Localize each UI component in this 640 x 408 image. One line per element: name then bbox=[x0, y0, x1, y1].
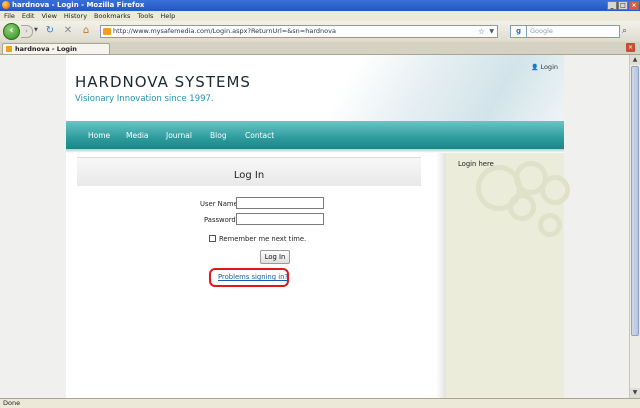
password-input[interactable] bbox=[236, 213, 324, 225]
menu-file[interactable]: File bbox=[4, 12, 15, 20]
decorative-ring bbox=[508, 193, 536, 221]
menu-view[interactable]: View bbox=[41, 12, 56, 20]
search-magnifier-icon[interactable]: ⌕ bbox=[622, 25, 635, 38]
login-title: Log In bbox=[233, 170, 265, 181]
web-page: HARDNOVA SYSTEMS Visionary Innovation si… bbox=[66, 55, 570, 398]
reload-icon[interactable]: ↻ bbox=[44, 25, 56, 37]
remember-me-label: Remember me next time. bbox=[219, 235, 307, 243]
stop-icon[interactable]: ✕ bbox=[62, 25, 74, 37]
scroll-up-icon[interactable]: ▲ bbox=[630, 55, 640, 65]
nav-home[interactable]: Home bbox=[88, 131, 110, 140]
tab-hardnova-login[interactable]: hardnova - Login bbox=[2, 43, 110, 54]
content-edge-shadow bbox=[436, 153, 446, 398]
firefox-icon bbox=[2, 1, 10, 9]
browser-viewport: HARDNOVA SYSTEMS Visionary Innovation si… bbox=[0, 55, 629, 398]
url-dropdown-icon[interactable]: ▼ bbox=[489, 26, 494, 37]
header-login-label: Login bbox=[540, 63, 558, 71]
scroll-thumb[interactable] bbox=[631, 66, 639, 336]
bookmark-star-icon[interactable]: ☆ bbox=[478, 26, 485, 37]
password-label: Password: bbox=[204, 216, 239, 224]
history-dropdown-icon[interactable]: ▼ bbox=[34, 27, 38, 33]
site-header: HARDNOVA SYSTEMS Visionary Innovation si… bbox=[66, 55, 564, 121]
site-brand: HARDNOVA SYSTEMS bbox=[75, 73, 251, 91]
sidebar: Login here bbox=[446, 153, 570, 398]
status-bar: Done bbox=[0, 398, 640, 408]
site-favicon-icon bbox=[103, 28, 111, 35]
menu-help[interactable]: Help bbox=[160, 12, 175, 20]
menu-bookmarks[interactable]: Bookmarks bbox=[94, 12, 130, 20]
menu-bar: File Edit View History Bookmarks Tools Help bbox=[0, 11, 640, 21]
window-titlebar: hardnova - Login - Mozilla Firefox _ □ × bbox=[0, 0, 640, 11]
nav-media[interactable]: Media bbox=[126, 131, 149, 140]
problems-signing-in-link[interactable]: Problems signing in? bbox=[218, 273, 288, 281]
site-tagline: Visionary Innovation since 1997. bbox=[75, 94, 214, 104]
menu-history[interactable]: History bbox=[64, 12, 87, 20]
login-button[interactable]: Log In bbox=[260, 250, 290, 264]
window-controls: _ □ × bbox=[607, 1, 639, 10]
forward-button[interactable]: › bbox=[21, 25, 33, 38]
back-button[interactable]: ‹ bbox=[3, 23, 20, 40]
nav-contact[interactable]: Contact bbox=[245, 131, 274, 140]
decorative-ring bbox=[538, 213, 562, 237]
google-icon[interactable]: g bbox=[510, 25, 526, 38]
tab-favicon-icon bbox=[6, 46, 12, 52]
scroll-down-icon[interactable]: ▼ bbox=[630, 388, 640, 398]
window-title: hardnova - Login - Mozilla Firefox bbox=[12, 1, 145, 9]
user-icon: 👤 bbox=[530, 64, 539, 71]
decorative-ring bbox=[540, 175, 570, 205]
nav-blog[interactable]: Blog bbox=[210, 131, 227, 140]
vertical-scrollbar[interactable]: ▲ ▼ bbox=[629, 55, 640, 398]
tab-strip: hardnova - Login × bbox=[0, 42, 640, 55]
search-input[interactable]: Google bbox=[526, 25, 620, 38]
nav-journal[interactable]: Journal bbox=[166, 131, 192, 140]
menu-tools[interactable]: Tools bbox=[137, 12, 153, 20]
maximize-button[interactable]: □ bbox=[618, 1, 628, 10]
close-tab-icon[interactable]: × bbox=[626, 43, 635, 52]
tab-label: hardnova - Login bbox=[15, 45, 77, 53]
username-label: User Name: bbox=[200, 200, 240, 208]
close-button[interactable]: × bbox=[629, 1, 639, 10]
url-bar[interactable]: http://www.mysafemedia.com/Login.aspx?Re… bbox=[100, 25, 498, 38]
url-text: http://www.mysafemedia.com/Login.aspx?Re… bbox=[113, 27, 336, 35]
username-input[interactable] bbox=[236, 197, 324, 209]
minimize-button[interactable]: _ bbox=[607, 1, 617, 10]
home-icon[interactable]: ⌂ bbox=[80, 25, 92, 37]
remember-me-checkbox[interactable] bbox=[209, 235, 216, 242]
status-text: Done bbox=[3, 399, 21, 407]
navigation-toolbar: ‹ › ▼ ↻ ✕ ⌂ http://www.mysafemedia.com/L… bbox=[0, 21, 640, 43]
site-nav: Home Media Journal Blog Contact bbox=[66, 121, 564, 149]
header-login-link[interactable]: 👤 Login bbox=[531, 63, 558, 71]
menu-edit[interactable]: Edit bbox=[22, 12, 35, 20]
